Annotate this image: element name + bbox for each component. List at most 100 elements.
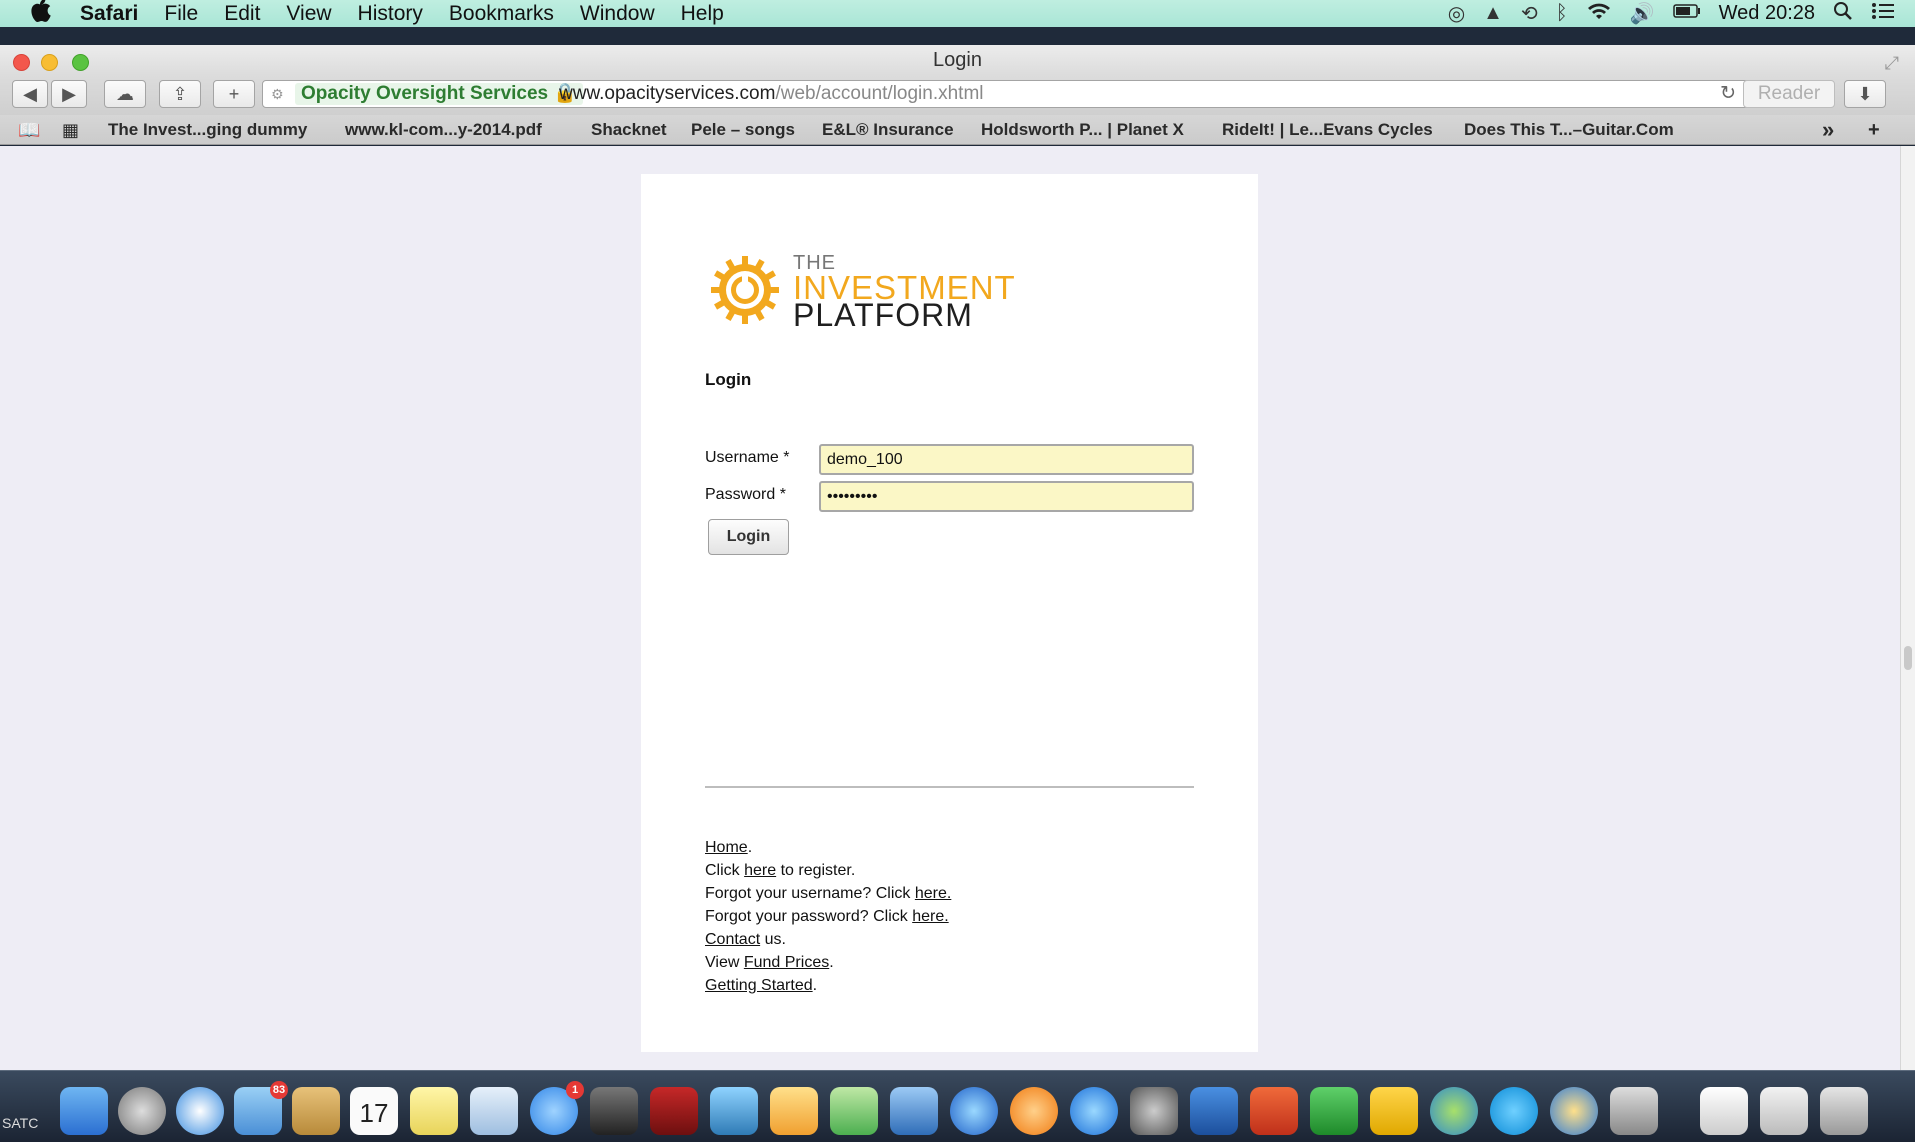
menu-help[interactable]: Help (681, 2, 724, 26)
menu-clock[interactable]: Wed 20:28 (1719, 2, 1815, 25)
page-scrollbar[interactable] (1900, 146, 1915, 1070)
address-bar[interactable]: ⚙ Opacity Oversight Services 🔒 www.opaci… (262, 80, 1749, 108)
location-globe-icon[interactable] (1550, 1087, 1598, 1135)
share-button[interactable]: ⇪ (159, 80, 201, 108)
menu-window[interactable]: Window (580, 2, 655, 26)
calendar-day: 17 (359, 1098, 389, 1128)
word-icon[interactable] (1190, 1087, 1238, 1135)
ibooks-icon[interactable] (1010, 1087, 1058, 1135)
home-link[interactable]: Home (705, 839, 748, 856)
iphoto-icon[interactable] (710, 1087, 758, 1135)
reader-button[interactable]: Reader (1743, 80, 1835, 108)
screenshot-stack-icon[interactable] (1760, 1087, 1808, 1135)
google-drive-icon[interactable]: ▲ (1483, 2, 1503, 25)
network-globe-icon[interactable] (1430, 1087, 1478, 1135)
disk-utility-icon[interactable] (1610, 1087, 1658, 1135)
forward-button[interactable]: ▶ (51, 80, 87, 108)
menu-bar: Safari File Edit View History Bookmarks … (0, 0, 1915, 27)
reminders-icon[interactable] (470, 1087, 518, 1135)
login-button[interactable]: Login (708, 519, 789, 555)
forgot-password-text: Forgot your password? Click (705, 908, 913, 925)
reload-icon[interactable]: ↻ (1720, 81, 1736, 107)
keynote-icon[interactable] (890, 1087, 938, 1135)
register-link[interactable]: here (744, 862, 776, 879)
wifi-icon[interactable] (1586, 1, 1612, 27)
notes-icon[interactable] (410, 1087, 458, 1135)
calendar-icon[interactable]: 17 (350, 1087, 398, 1135)
dvd-player-icon[interactable] (650, 1087, 698, 1135)
pdf-document-icon[interactable] (1700, 1087, 1748, 1135)
back-button[interactable]: ◀ (12, 80, 48, 108)
ev-certificate-badge[interactable]: Opacity Oversight Services 🔒 (295, 83, 584, 105)
contact-link[interactable]: Contact (705, 931, 760, 948)
facetime-icon[interactable] (590, 1087, 638, 1135)
system-preferences-icon[interactable] (1130, 1087, 1178, 1135)
safari-icon[interactable] (176, 1087, 224, 1135)
app-store-icon[interactable] (1070, 1087, 1118, 1135)
outlook-icon[interactable] (1370, 1087, 1418, 1135)
bookmark-item[interactable]: E&L® Insurance (822, 115, 954, 145)
scrollbar-thumb[interactable] (1904, 646, 1912, 670)
bookmark-item[interactable]: Holdsworth P... | Planet X (981, 115, 1184, 145)
evernote-icon[interactable]: ◎ (1448, 1, 1465, 26)
spotlight-search-icon[interactable] (1833, 1, 1853, 27)
forgot-username-line: Forgot your username? Click here. (705, 882, 951, 905)
time-machine-icon[interactable]: ⟲ (1521, 1, 1538, 26)
bookmark-item[interactable]: Does This T...–Guitar.Com (1464, 115, 1674, 145)
menu-edit[interactable]: Edit (224, 2, 260, 26)
close-window-button[interactable] (13, 54, 30, 71)
itunes-icon[interactable] (950, 1087, 998, 1135)
bookmark-item[interactable]: Pele – songs (691, 115, 795, 145)
menu-view[interactable]: View (286, 2, 331, 26)
battery-icon[interactable] (1672, 2, 1701, 25)
apple-menu-icon[interactable] (16, 0, 64, 29)
mail-icon[interactable]: 83 (234, 1081, 288, 1135)
bookmark-item[interactable]: Shacknet (591, 115, 667, 145)
pages-icon[interactable] (770, 1087, 818, 1135)
powerpoint-icon[interactable] (1250, 1087, 1298, 1135)
menu-file[interactable]: File (164, 2, 198, 26)
bluetooth-icon[interactable]: ᛒ (1556, 2, 1568, 25)
skype-icon[interactable] (1490, 1087, 1538, 1135)
minimize-window-button[interactable] (41, 54, 58, 71)
launchpad-icon[interactable] (118, 1087, 166, 1135)
url-path: /web/account/login.xhtml (775, 83, 984, 104)
bookmark-item[interactable]: RideIt! | Le...Evans Cycles (1222, 115, 1433, 145)
register-text: Click (705, 862, 745, 879)
contacts-icon[interactable] (292, 1087, 340, 1135)
forgot-password-link[interactable]: here. (912, 908, 948, 925)
fullscreen-icon[interactable]: ⤢ (1885, 48, 1899, 78)
top-sites-grid-icon[interactable]: ▦ (62, 115, 79, 145)
new-tab-button[interactable]: + (213, 80, 255, 108)
messages-icon[interactable]: 1 (530, 1081, 584, 1135)
fund-prices-line: View Fund Prices. (705, 954, 834, 971)
certificate-name: Opacity Oversight Services (301, 83, 549, 104)
contact-line: Contact us. (705, 928, 951, 951)
forgot-username-link[interactable]: here. (915, 885, 951, 902)
bookmarks-bar: 📖 ▦ The Invest...ging dummy www.kl-com..… (0, 115, 1915, 145)
bookmark-item[interactable]: www.kl-com...y-2014.pdf (345, 115, 542, 145)
downloads-button[interactable]: ⬇ (1844, 80, 1886, 108)
fund-prices-link[interactable]: Fund Prices (744, 954, 829, 971)
excel-icon[interactable] (1310, 1087, 1358, 1135)
finder-icon[interactable] (60, 1087, 108, 1135)
reading-list-icon[interactable]: 📖 (18, 115, 40, 145)
trash-icon[interactable] (1820, 1087, 1868, 1135)
password-input[interactable]: ••••••••• (819, 481, 1194, 512)
menu-bookmarks[interactable]: Bookmarks (449, 2, 554, 26)
footer-links: Home. Click here to register. Forgot you… (705, 836, 951, 997)
menu-app-safari[interactable]: Safari (80, 2, 138, 26)
getting-started-link[interactable]: Getting Started (705, 977, 813, 994)
notification-center-icon[interactable] (1871, 1, 1895, 27)
icloud-tabs-button[interactable]: ☁ (104, 80, 146, 108)
zoom-window-button[interactable] (72, 54, 89, 71)
bookmark-item[interactable]: The Invest...ging dummy (108, 115, 307, 145)
more-bookmarks-chevron-icon[interactable]: » (1822, 115, 1834, 145)
add-tab-plus-icon[interactable]: + (1868, 115, 1880, 145)
numbers-icon[interactable] (830, 1087, 878, 1135)
divider (705, 786, 1194, 788)
username-label: Username * (705, 449, 790, 466)
menu-history[interactable]: History (358, 2, 423, 26)
volume-icon[interactable]: 🔊 (1630, 1, 1655, 26)
username-input[interactable] (819, 444, 1194, 475)
